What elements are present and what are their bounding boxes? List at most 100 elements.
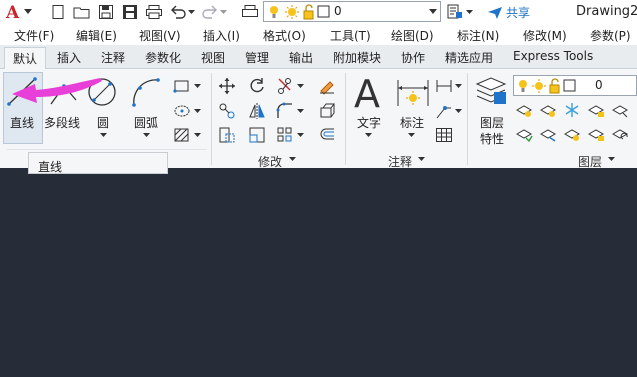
autocad-logo-icon[interactable]: A — [4, 2, 24, 22]
linear-dim-dropdown-icon[interactable] — [455, 84, 462, 89]
text-dropdown-icon[interactable] — [365, 133, 372, 138]
layers-panel-expand-icon[interactable] — [608, 157, 615, 162]
explode-icon[interactable] — [318, 102, 336, 120]
fillet-icon[interactable] — [276, 102, 294, 120]
layer-make-current-icon[interactable] — [515, 125, 533, 143]
menu-insert[interactable]: 插入(I) — [203, 27, 240, 44]
layer-match-icon[interactable] — [611, 101, 629, 119]
layer-dropdown[interactable]: 0 — [513, 75, 637, 96]
share-icon — [488, 6, 502, 19]
table-icon[interactable] — [435, 126, 453, 144]
pointer-arrow-icon — [12, 78, 102, 103]
save-icon[interactable] — [96, 2, 116, 22]
stretch-icon[interactable] — [218, 126, 236, 144]
move-icon[interactable] — [218, 77, 236, 95]
hatch-icon[interactable] — [173, 126, 191, 144]
undo-dropdown-icon[interactable] — [186, 2, 196, 22]
tab-express-tools[interactable]: Express Tools — [513, 49, 593, 63]
layer-combo[interactable]: 0 — [263, 1, 441, 22]
layer-freeze-icon[interactable] — [563, 101, 581, 119]
arc-dropdown-icon[interactable] — [143, 133, 150, 138]
layer-properties-button[interactable]: 图层 — [480, 114, 504, 131]
app-menu-dropdown-icon[interactable] — [22, 2, 34, 22]
chevron-down-icon — [429, 9, 437, 14]
undo-icon[interactable] — [168, 2, 188, 22]
menu-edit[interactable]: 编辑(E) — [76, 27, 117, 44]
rectangle-dropdown-icon[interactable] — [194, 84, 201, 89]
rectangle-icon[interactable] — [173, 77, 191, 95]
properties-dropdown-icon[interactable] — [464, 2, 474, 22]
layers-panel-title[interactable]: 图层 — [578, 153, 602, 170]
scale-icon[interactable] — [248, 126, 266, 144]
circle-button[interactable]: 圆 — [97, 114, 109, 131]
tab-parametric[interactable]: 参数化 — [145, 49, 181, 66]
modify-panel-title[interactable]: 修改 — [258, 153, 282, 170]
menu-view[interactable]: 视图(V) — [139, 27, 181, 44]
menu-file[interactable]: 文件(F) — [14, 27, 54, 44]
save-as-icon[interactable] — [120, 2, 140, 22]
layer-thaw-icon[interactable] — [563, 125, 581, 143]
tab-annotate[interactable]: 注释 — [101, 49, 125, 66]
document-title: Drawing2.d — [576, 4, 637, 19]
new-file-icon[interactable] — [48, 2, 68, 22]
copy-icon[interactable] — [218, 102, 236, 120]
array-icon[interactable] — [276, 126, 294, 144]
menu-bar: 文件(F) 编辑(E) 视图(V) 插入(I) 格式(O) 工具(T) 绘图(D… — [0, 24, 637, 45]
tab-featured-apps[interactable]: 精选应用 — [445, 49, 493, 66]
annotation-panel-expand-icon[interactable] — [418, 157, 425, 162]
linear-dim-icon[interactable] — [435, 77, 453, 95]
open-file-icon[interactable] — [72, 2, 92, 22]
plot-icon[interactable] — [240, 2, 260, 22]
menu-modify[interactable]: 修改(M) — [523, 27, 567, 44]
tab-output[interactable]: 输出 — [289, 49, 313, 66]
svg-text:A: A — [354, 74, 380, 112]
ellipse-dropdown-icon[interactable] — [194, 109, 201, 114]
separator — [345, 73, 346, 165]
erase-icon[interactable] — [318, 77, 336, 95]
tab-default[interactable]: 默认 — [4, 47, 47, 70]
layer-properties-button-line2[interactable]: 特性 — [480, 130, 504, 147]
tab-collaborate[interactable]: 协作 — [401, 49, 425, 66]
layer-unlock-icon[interactable] — [587, 125, 605, 143]
tab-manage[interactable]: 管理 — [245, 49, 269, 66]
layer-lock-icon[interactable] — [587, 101, 605, 119]
leader-dropdown-icon[interactable] — [455, 109, 462, 114]
line-label: 直线 — [10, 116, 35, 130]
dimension-dropdown-icon[interactable] — [408, 133, 415, 138]
polyline-button[interactable]: 多段线 — [44, 114, 80, 131]
tab-view[interactable]: 视图 — [201, 49, 225, 66]
tab-addins[interactable]: 附加模块 — [333, 49, 381, 66]
properties-icon[interactable] — [445, 2, 465, 22]
menu-draw[interactable]: 绘图(D) — [391, 27, 434, 44]
layer-off-icon[interactable] — [515, 101, 533, 119]
modify-panel-expand-icon[interactable] — [289, 157, 296, 162]
menu-parametric[interactable]: 参数(P) — [590, 27, 631, 44]
arc-button[interactable]: 圆弧 — [134, 114, 158, 131]
menu-tools[interactable]: 工具(T) — [330, 27, 371, 44]
text-button[interactable]: 文字 — [357, 114, 381, 131]
menu-dimension[interactable]: 标注(N) — [457, 27, 499, 44]
print-icon[interactable] — [144, 2, 164, 22]
ellipse-icon[interactable] — [173, 102, 191, 120]
layer-change-icon[interactable] — [539, 125, 557, 143]
trim-dropdown-icon[interactable] — [297, 84, 304, 89]
array-dropdown-icon[interactable] — [297, 133, 304, 138]
hatch-dropdown-icon[interactable] — [194, 133, 201, 138]
trim-icon[interactable] — [276, 77, 294, 95]
tab-insert[interactable]: 插入 — [57, 49, 81, 66]
dimension-button[interactable]: 标注 — [400, 114, 424, 131]
menu-format[interactable]: 格式(O) — [263, 27, 306, 44]
fillet-dropdown-icon[interactable] — [297, 109, 304, 114]
offset-icon[interactable] — [318, 126, 336, 144]
rotate-icon[interactable] — [248, 77, 266, 95]
share-button[interactable]: 共享 — [487, 4, 530, 21]
layer-isolate-icon[interactable] — [539, 101, 557, 119]
mirror-icon[interactable] — [248, 102, 266, 120]
redo-dropdown-icon[interactable] — [218, 2, 228, 22]
annotation-panel-title[interactable]: 注释 — [388, 153, 412, 170]
leader-icon[interactable] — [435, 102, 453, 120]
redo-icon[interactable] — [200, 2, 220, 22]
drawing-canvas[interactable] — [0, 170, 637, 377]
layer-previous-icon[interactable] — [611, 125, 629, 143]
circle-dropdown-icon[interactable] — [100, 133, 107, 138]
